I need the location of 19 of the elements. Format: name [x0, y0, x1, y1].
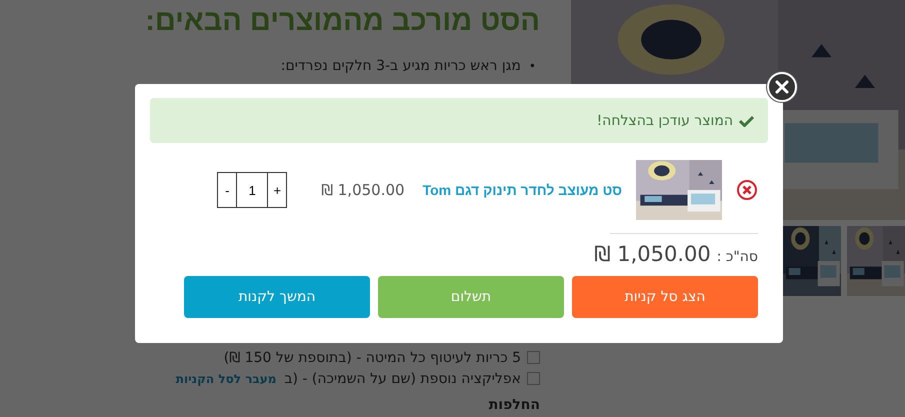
continue-button[interactable]: המשך לקנות: [184, 276, 370, 318]
checkout-button[interactable]: תשלום: [378, 276, 564, 318]
decrease-button[interactable]: -: [217, 172, 238, 208]
option-label: 5 כריות לעיטוף כל המיטה - (בתוספת של 150 ₪): [224, 350, 521, 366]
option-checkbox[interactable]: [527, 372, 540, 385]
quantity-field[interactable]: 1: [237, 172, 268, 208]
cart-link[interactable]: מעבר לסל הקניות: [176, 372, 276, 386]
page-heading: הסט מורכב מהמוצרים הבאים:: [145, 4, 540, 38]
cart-button[interactable]: הצג סל קניות: [572, 276, 758, 318]
option-checkbox[interactable]: [527, 351, 540, 364]
section-heading: החלפות: [488, 397, 540, 413]
total-value: 1,050.00 ₪: [594, 242, 711, 266]
total-label: סה"כ :: [716, 249, 758, 265]
option-label: אפליקציה נוספת (שם על השמיכה) - (ב: [284, 370, 521, 386]
product-price: 1,050.00 ₪: [321, 181, 405, 199]
product-title[interactable]: סט מעוצב לחדר תינוק דגם Tom: [422, 182, 622, 198]
increase-button[interactable]: +: [267, 172, 288, 208]
bullet-text: מגן ראש כריות מגיע ב-3 חלקים נפרדים:: [280, 57, 521, 76]
bullet-marker: •: [528, 58, 536, 75]
